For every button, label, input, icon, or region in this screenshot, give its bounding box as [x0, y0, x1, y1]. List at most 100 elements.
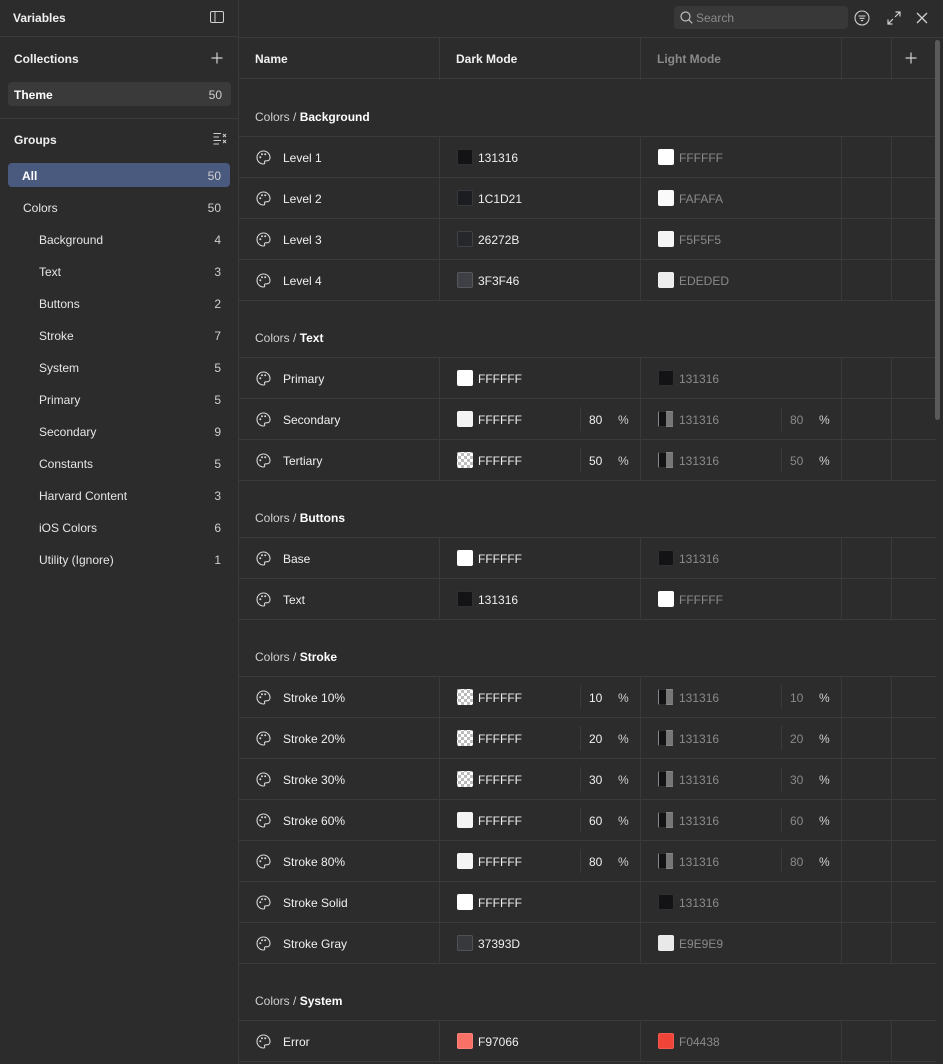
hex-value[interactable]: 131316 — [679, 552, 719, 566]
group-item[interactable]: Text 3 — [8, 259, 230, 283]
color-swatch[interactable] — [457, 272, 473, 288]
color-swatch[interactable] — [457, 730, 473, 746]
variable-row[interactable]: Level 1 131316 FFFFFF — [239, 137, 936, 178]
hex-value[interactable]: 131316 — [679, 896, 719, 910]
hex-value[interactable]: F5F5F5 — [679, 233, 721, 247]
hex-value[interactable]: EDEDED — [679, 274, 729, 288]
light-mode-value[interactable]: 131316 — [641, 358, 841, 398]
search-box[interactable] — [674, 6, 848, 29]
opacity-value[interactable]: 60 — [790, 814, 810, 828]
dark-mode-value[interactable]: 26272B — [440, 219, 640, 259]
hex-value[interactable]: FFFFFF — [478, 814, 522, 828]
group-item[interactable]: Buttons 2 — [8, 291, 230, 315]
dark-mode-value[interactable]: F97066 — [440, 1021, 640, 1061]
dark-mode-value[interactable]: FFFFFF — [440, 538, 640, 578]
hex-value[interactable]: FFFFFF — [478, 896, 522, 910]
light-mode-value[interactable]: FFFFFF — [641, 579, 841, 619]
dark-mode-value[interactable]: 37393D — [440, 923, 640, 963]
variable-name-cell[interactable]: Tertiary — [239, 440, 439, 480]
variable-row[interactable]: Stroke 80% FFFFFF 80% 131316 80% — [239, 841, 936, 882]
variable-name[interactable]: Primary — [283, 372, 324, 386]
opacity-value[interactable]: 20 — [589, 732, 609, 746]
add-collection-icon[interactable] — [211, 52, 223, 64]
color-swatch[interactable] — [658, 550, 674, 566]
opacity-value[interactable]: 60 — [589, 814, 609, 828]
opacity-value[interactable]: 20 — [790, 732, 810, 746]
hex-value[interactable]: 131316 — [679, 855, 719, 869]
color-swatch[interactable] — [457, 190, 473, 206]
hex-value[interactable]: F97066 — [478, 1035, 519, 1049]
light-mode-value[interactable]: FAFAFA — [641, 178, 841, 218]
variable-row[interactable]: Error F97066 F04438 — [239, 1021, 936, 1062]
light-mode-value[interactable]: 131316 30% — [641, 759, 841, 799]
hex-value[interactable]: FFFFFF — [679, 151, 723, 165]
color-swatch[interactable] — [457, 812, 473, 828]
sort-groups-icon[interactable] — [213, 132, 227, 145]
light-mode-value[interactable]: 131316 80% — [641, 841, 841, 881]
color-swatch[interactable] — [658, 853, 674, 869]
variable-name-cell[interactable]: Level 3 — [239, 219, 439, 259]
variable-name-cell[interactable]: Stroke 60% — [239, 800, 439, 840]
hex-value[interactable]: 131316 — [679, 732, 719, 746]
color-swatch[interactable] — [457, 894, 473, 910]
color-swatch[interactable] — [658, 411, 674, 427]
light-mode-value[interactable]: 131316 10% — [641, 677, 841, 717]
hex-value[interactable]: 131316 — [679, 814, 719, 828]
column-header-dark-mode[interactable]: Dark Mode — [440, 38, 640, 78]
variable-name-cell[interactable]: Base — [239, 538, 439, 578]
column-header-light-mode[interactable]: Light Mode — [641, 38, 841, 78]
group-item[interactable]: Secondary 9 — [8, 419, 230, 443]
light-mode-value[interactable]: 131316 50% — [641, 440, 841, 480]
variable-name[interactable]: Stroke Solid — [283, 896, 348, 910]
variable-name[interactable]: Secondary — [283, 413, 340, 427]
dark-mode-value[interactable]: FFFFFF — [440, 358, 640, 398]
dark-mode-value[interactable]: FFFFFF — [440, 882, 640, 922]
color-swatch[interactable] — [658, 190, 674, 206]
opacity-value[interactable]: 10 — [790, 691, 810, 705]
hex-value[interactable]: 131316 — [679, 773, 719, 787]
color-swatch[interactable] — [457, 550, 473, 566]
light-mode-value[interactable]: FFFFFF — [641, 137, 841, 177]
color-swatch[interactable] — [457, 452, 473, 468]
hex-value[interactable]: 3F3F46 — [478, 274, 519, 288]
variable-row[interactable]: Stroke 10% FFFFFF 10% 131316 10% — [239, 677, 936, 718]
variable-row[interactable]: Text 131316 FFFFFF — [239, 579, 936, 620]
hex-value[interactable]: F04438 — [679, 1035, 720, 1049]
toggle-sidebar-icon[interactable] — [210, 11, 224, 23]
color-swatch[interactable] — [658, 1033, 674, 1049]
dark-mode-value[interactable]: FFFFFF 50% — [440, 440, 640, 480]
variable-name[interactable]: Stroke 30% — [283, 773, 345, 787]
variable-name[interactable]: Stroke 10% — [283, 691, 345, 705]
scrollbar[interactable] — [934, 40, 942, 420]
dark-mode-value[interactable]: FFFFFF 20% — [440, 718, 640, 758]
variable-row[interactable]: Tertiary FFFFFF 50% 131316 50% — [239, 440, 936, 481]
variable-name[interactable]: Level 3 — [283, 233, 322, 247]
dark-mode-value[interactable]: FFFFFF 10% — [440, 677, 640, 717]
variable-name[interactable]: Level 1 — [283, 151, 322, 165]
hex-value[interactable]: 37393D — [478, 937, 520, 951]
hex-value[interactable]: 131316 — [679, 372, 719, 386]
dark-mode-value[interactable]: 3F3F46 — [440, 260, 640, 300]
opacity-value[interactable]: 10 — [589, 691, 609, 705]
scrollbar-thumb[interactable] — [935, 40, 940, 420]
hex-value[interactable]: FFFFFF — [679, 593, 723, 607]
variable-name[interactable]: Tertiary — [283, 454, 322, 468]
color-swatch[interactable] — [457, 370, 473, 386]
variable-row[interactable]: Stroke 20% FFFFFF 20% 131316 20% — [239, 718, 936, 759]
hex-value[interactable]: 131316 — [679, 454, 719, 468]
light-mode-value[interactable]: 131316 — [641, 538, 841, 578]
color-swatch[interactable] — [658, 452, 674, 468]
variable-name[interactable]: Stroke Gray — [283, 937, 347, 951]
variable-name[interactable]: Error — [283, 1035, 310, 1049]
variable-name-cell[interactable]: Stroke Gray — [239, 923, 439, 963]
collection-item-theme[interactable]: Theme 50 — [8, 82, 231, 106]
color-swatch[interactable] — [457, 411, 473, 427]
hex-value[interactable]: FFFFFF — [478, 454, 522, 468]
variable-row[interactable]: Primary FFFFFF 131316 — [239, 358, 936, 399]
opacity-value[interactable]: 50 — [589, 454, 609, 468]
group-item[interactable]: Harvard Content 3 — [8, 483, 230, 507]
group-item[interactable]: All 50 — [8, 163, 230, 187]
light-mode-value[interactable]: 131316 60% — [641, 800, 841, 840]
hex-value[interactable]: FFFFFF — [478, 372, 522, 386]
color-swatch[interactable] — [457, 853, 473, 869]
